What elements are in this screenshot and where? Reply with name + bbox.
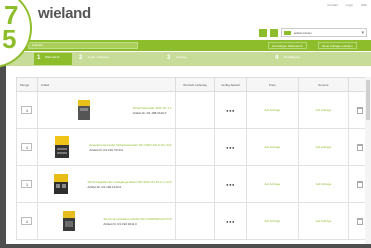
step-login[interactable]: 2 Login / Adresse (76, 53, 156, 65)
sum-link[interactable]: Auf Anfrage (316, 219, 332, 223)
sum-cell: Auf Anfrage (297, 91, 350, 129)
product-name-link[interactable]: Erweiterungsmodul Sicherheitsrelais SP-C… (89, 143, 171, 147)
product-name-link[interactable]: SP-Kommunikations-Modul SP-CANOPEN-DCTCP (103, 217, 171, 221)
price-cell: Auf Anfrage (245, 165, 299, 203)
sum-cell: Auf Anfrage (297, 165, 350, 203)
new-request-button[interactable]: Neue Anfrage erstellen (318, 42, 357, 49)
qty-cell: 1 (16, 165, 38, 203)
col-sum: Summe (297, 77, 350, 92)
price-cell: Auf Anfrage (245, 202, 299, 240)
quantity-input[interactable]: 1 (21, 217, 33, 225)
product-name-link[interactable]: SP-DI Digitales Ein-/Ausgangs-Modul SP-S… (88, 180, 172, 184)
product-number: Artikel-Nr. R1.188.0120.0 (132, 110, 167, 115)
top-link-help[interactable]: Hilfe (361, 3, 367, 7)
product-name-link[interactable]: Sicherheitsrelais SNO 2C 1.1 (133, 106, 172, 110)
availability-cell: ●●● (214, 202, 247, 240)
table-row: 1 Sicherheitsrelais SNO 2C 1.1 Artikel-N… (16, 91, 371, 129)
col-availability: Verfüg-barkeit (214, 77, 247, 92)
brand-logo[interactable]: wieland (38, 5, 91, 22)
user-bar: artikel-Lifetec ▾ (259, 28, 367, 37)
header: wieland Kontakt Login Hilfe (6, 0, 371, 26)
product-number: Artikel-Nr. R1.190.0211.0 (103, 221, 137, 226)
col-qty: Menge (16, 77, 38, 92)
toolbar: Artikelnr. Hinzufügen Warenkorb Neue Anf… (6, 40, 371, 51)
account-label: artikel-Lifetec (294, 30, 312, 35)
col-price: Preis (245, 77, 299, 92)
availability-indicator: ●●● (226, 144, 235, 150)
availability-cell: ●●● (214, 91, 247, 129)
price-link[interactable]: Auf Anfrage (264, 145, 280, 149)
availability-indicator: ●●● (226, 107, 235, 113)
checkout-steps: 1 Warenkorb 2 Login / Adresse 3 Anfrage … (6, 52, 371, 66)
article-cell: Erweiterungsmodul Sicherheitsrelais SP-C… (36, 128, 176, 166)
table-row: 1 SP-Kommunikations-Modul SP-CANOPEN-DCT… (16, 202, 371, 240)
qty-cell: 1 (16, 202, 38, 240)
sum-cell: Auf Anfrage (297, 202, 350, 240)
product-image[interactable] (52, 135, 72, 159)
availability-indicator: ●●● (226, 218, 235, 224)
add-to-cart-button[interactable]: Hinzufügen Warenkorb (268, 42, 307, 49)
sum-link[interactable]: Auf Anfrage (316, 108, 332, 112)
price-link[interactable]: Auf Anfrage (264, 219, 280, 223)
step-cart[interactable]: 1 Warenkorb (34, 53, 72, 65)
article-cell: SP-DI Digitales Ein-/Ausgangs-Modul SP-S… (36, 165, 176, 203)
col-delivery: Wunsch-Liefertag (174, 77, 216, 92)
top-link-login[interactable]: Login (346, 3, 353, 7)
cart-button[interactable] (270, 28, 278, 37)
product-number: Artikel-Nr. R1.190.1310.0 (87, 184, 122, 189)
trash-icon[interactable] (356, 106, 363, 114)
flag-icon (284, 31, 291, 35)
badge-digit-bottom: 5 (2, 24, 17, 54)
step-request[interactable]: 3 Anfrage (164, 53, 264, 65)
col-article: Artikel (36, 77, 176, 92)
qty-cell: 1 (16, 91, 38, 129)
top-links: Kontakt Login Hilfe (327, 3, 367, 7)
trash-icon[interactable] (356, 143, 363, 151)
quantity-input[interactable]: 1 (21, 143, 33, 151)
shop-window: wieland Kontakt Login Hilfe artikel-Life… (0, 0, 371, 248)
trash-icon[interactable] (356, 217, 363, 225)
qty-cell: 1 (16, 128, 38, 166)
delivery-cell[interactable] (174, 202, 216, 240)
article-cell: Sicherheitsrelais SNO 2C 1.1 Artikel-Nr.… (36, 91, 176, 129)
top-link-contact[interactable]: Kontakt (327, 3, 337, 7)
product-image[interactable] (59, 209, 79, 233)
step-confirmation[interactable]: 4 Bestätigung (272, 53, 362, 65)
quantity-input[interactable]: 1 (21, 106, 33, 114)
price-cell: Auf Anfrage (245, 91, 299, 129)
delivery-cell[interactable] (174, 91, 216, 129)
sum-link[interactable]: Auf Anfrage (316, 182, 332, 186)
trash-icon[interactable] (356, 180, 363, 188)
table-header-row: Menge Artikel Wunsch-Liefertag Verfüg-ba… (16, 77, 371, 92)
availability-cell: ●●● (214, 165, 247, 203)
product-number: Artikel-Nr. R1.190.7210.0 (89, 147, 123, 152)
table-row: 1 SP-DI Digitales Ein-/Ausgangs-Modul SP… (16, 165, 371, 203)
product-image[interactable] (74, 98, 94, 122)
article-search-select[interactable]: Artikelnr. (28, 42, 138, 49)
product-image[interactable] (51, 172, 71, 196)
delivery-cell[interactable] (174, 128, 216, 166)
cart-table: Menge Artikel Wunsch-Liefertag Verfüg-ba… (16, 77, 371, 240)
search-button[interactable] (259, 28, 267, 37)
sum-link[interactable]: Auf Anfrage (316, 145, 332, 149)
scrollbar-thumb[interactable] (366, 80, 370, 120)
account-select[interactable]: artikel-Lifetec ▾ (281, 28, 367, 37)
price-link[interactable]: Auf Anfrage (264, 108, 280, 112)
quantity-input[interactable]: 1 (21, 180, 33, 188)
delivery-cell[interactable] (174, 165, 216, 203)
sum-cell: Auf Anfrage (297, 128, 350, 166)
availability-cell: ●●● (214, 128, 247, 166)
price-link[interactable]: Auf Anfrage (264, 182, 280, 186)
article-cell: SP-Kommunikations-Modul SP-CANOPEN-DCTCP… (36, 202, 176, 240)
price-cell: Auf Anfrage (245, 128, 299, 166)
cart-table-wrap: Menge Artikel Wunsch-Liefertag Verfüg-ba… (16, 77, 371, 240)
chevron-down-icon: ▾ (361, 30, 364, 36)
availability-indicator: ●●● (226, 181, 235, 187)
table-row: 1 Erweiterungsmodul Sicherheitsrelais SP… (16, 128, 371, 166)
